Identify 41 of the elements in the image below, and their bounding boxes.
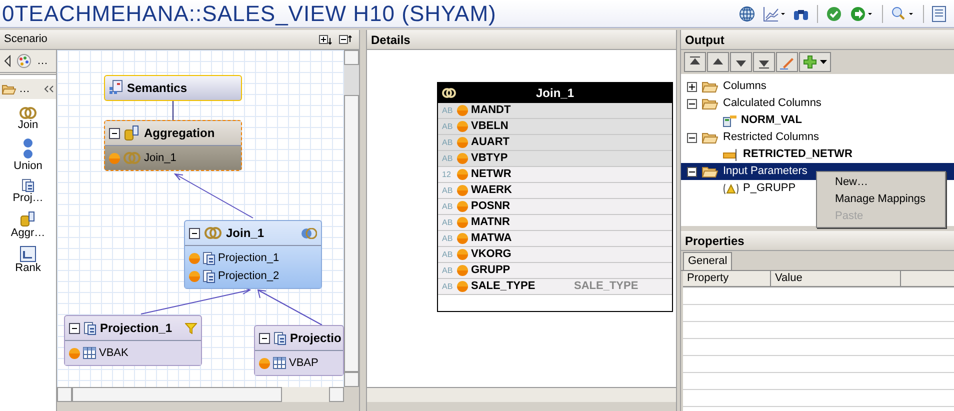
type-label: AB [442,248,454,260]
field-name: POSNR [471,199,512,214]
field-name: AUART [471,135,510,150]
panel-title: Scenario [4,32,48,48]
type-label: AB [442,120,454,132]
node-title: Aggregation [144,125,215,142]
type-label: AB [442,264,454,276]
type-label: AB [442,200,454,212]
node-title: Projection_1 [100,320,172,337]
field-name: WAERK [471,183,513,198]
node-title: Semantics [127,80,188,97]
type-label: AB [442,216,454,228]
node-title: Join_1 [226,225,264,242]
field-name: NETWR [471,167,512,182]
type-label: AB [442,280,454,292]
panel-title: Output [685,32,724,48]
type-label: AB [442,104,454,116]
window-title: 0TEACHMEHANA::SALES_VIEW H10 (SHYAM) [1,0,496,28]
input-label: Projection_2 [218,268,280,284]
table-title: Join_1 [534,85,575,102]
input-label: VBAK [99,346,128,361]
field-name: MATNR [471,215,511,230]
input-label: VBAP [289,356,318,371]
input-label: Join_1 [144,150,176,166]
node-title: Projectio [290,330,342,347]
type-label: AB [442,152,454,164]
field-name: GRUPP [471,263,512,278]
type-label: AB [442,136,454,148]
field-name: VKORG [471,247,512,262]
panel-title: Properties [685,232,744,250]
type-label: AB [442,184,454,196]
field-name: VBTYP [471,151,509,166]
field-name: MATWA [471,231,513,246]
field-name: VBELN [471,119,510,134]
type-label: 12 [442,168,452,180]
type-label: AB [442,232,454,244]
field-name: SALE_TYPE [471,279,536,294]
mapped-name: SALE_TYPE [574,279,638,294]
input-label: Projection_1 [218,250,280,266]
panel-title: Details [371,32,410,48]
field-name: MANDT [471,103,512,118]
